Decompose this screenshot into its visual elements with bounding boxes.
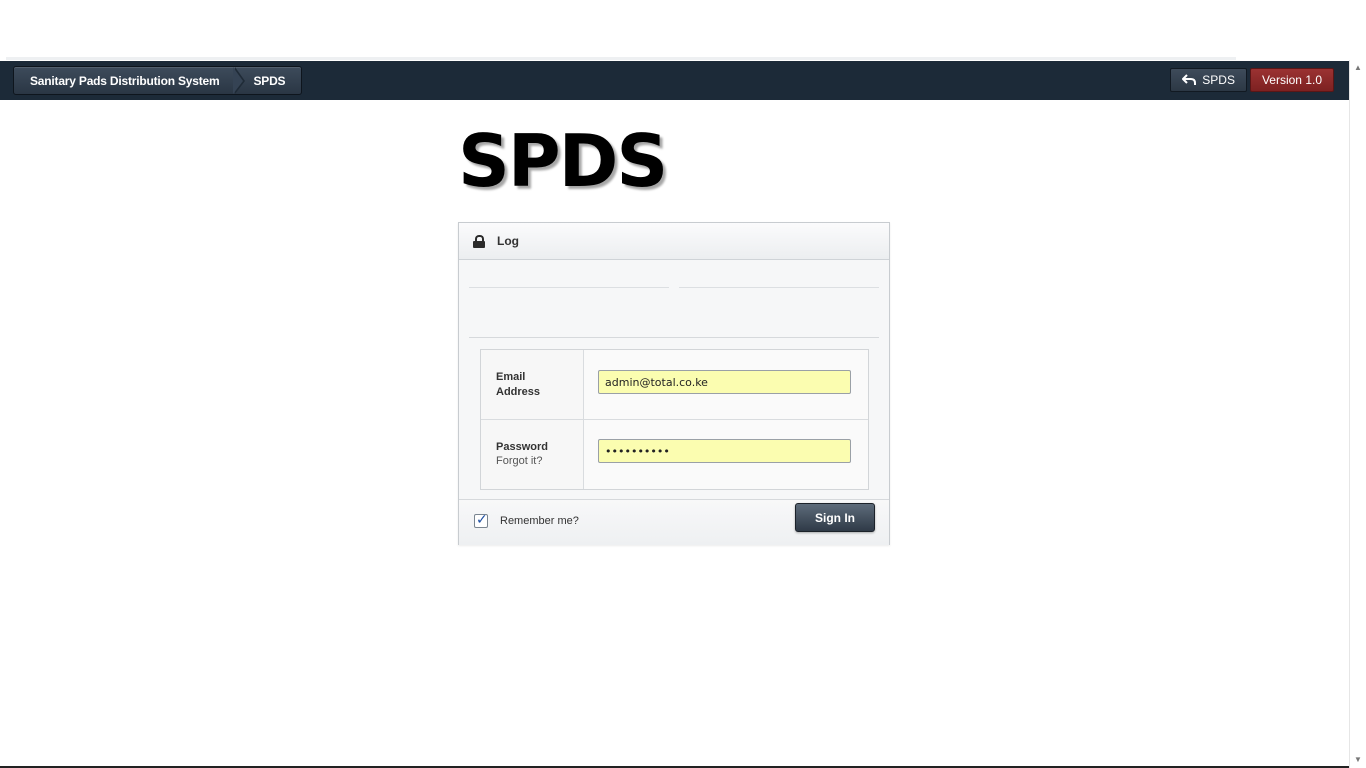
back-spds-label: SPDS [1202, 73, 1235, 87]
password-label-cell: Password Forgot it? [481, 420, 584, 489]
back-arrow-icon [1182, 74, 1197, 85]
divider [469, 337, 879, 338]
remember-me-checkbox[interactable]: ✓ [474, 511, 488, 528]
remember-me-label[interactable]: Remember me? [500, 515, 579, 527]
sign-in-button[interactable]: Sign In [795, 503, 875, 532]
checkmark-icon: ✓ [476, 511, 488, 527]
email-label: Email Address [496, 371, 541, 398]
back-spds-button[interactable]: SPDS [1170, 68, 1247, 92]
breadcrumb-item-spds[interactable]: SPDS [237, 67, 301, 94]
loading-bar [6, 57, 1236, 60]
divider-gap [669, 273, 679, 299]
email-label-cell: Email Address [481, 350, 584, 419]
vertical-scrollbar[interactable]: ▲ ▼ [1349, 60, 1366, 768]
browser-blank-area [0, 0, 1366, 60]
version-badge[interactable]: Version 1.0 [1249, 68, 1334, 92]
header-actions: SPDS Version 1.0 [1170, 68, 1334, 92]
scroll-down-icon[interactable]: ▼ [1354, 756, 1362, 764]
scroll-up-icon[interactable]: ▲ [1354, 64, 1362, 72]
app-logo: SPDS [458, 119, 668, 203]
login-panel-header: Log [459, 223, 889, 260]
login-panel-title: Log [497, 234, 519, 248]
forgot-password-link[interactable]: Forgot it? [496, 455, 542, 467]
email-field[interactable] [598, 370, 851, 394]
version-label: Version 1.0 [1261, 73, 1322, 87]
top-navbar: Sanitary Pads Distribution System SPDS S… [0, 61, 1349, 100]
breadcrumb: Sanitary Pads Distribution System SPDS [13, 66, 303, 95]
login-panel: Log Email Address Password Forgot it? ✓ … [458, 222, 890, 545]
password-row: Password Forgot it? [481, 420, 868, 489]
login-form: Email Address Password Forgot it? [480, 349, 869, 490]
email-row: Email Address [481, 350, 868, 420]
lock-icon [473, 234, 485, 248]
password-field[interactable] [598, 439, 851, 463]
login-panel-footer: ✓ Remember me? Sign In [459, 499, 889, 545]
password-label: Password [496, 441, 548, 453]
breadcrumb-item-system[interactable]: Sanitary Pads Distribution System [14, 67, 237, 94]
